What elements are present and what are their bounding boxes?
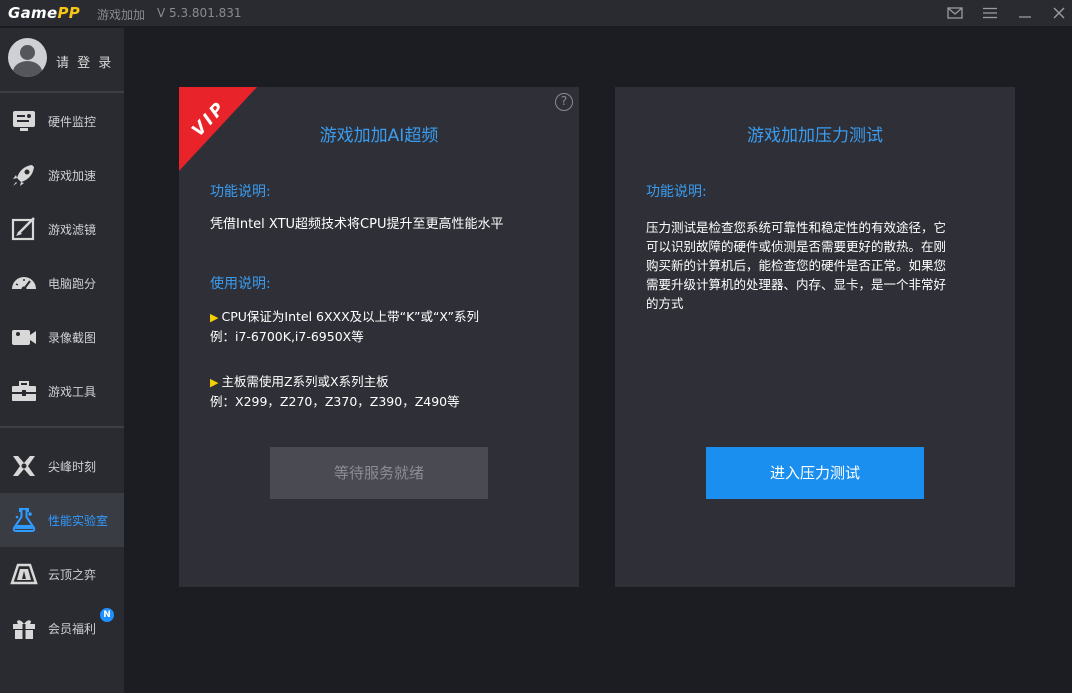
sidebar-item-label: 性能实验室 xyxy=(48,514,109,528)
user-login[interactable]: 请 登 录 xyxy=(0,28,124,91)
sidebar-item-game-filter[interactable]: 游戏滤镜 xyxy=(0,202,124,256)
feature-text: 凭借Intel XTU超频技术将CPU提升至更高性能水平 xyxy=(210,217,504,232)
divider xyxy=(0,426,124,428)
flask-icon xyxy=(10,506,38,534)
new-badge: N xyxy=(100,608,114,622)
start-stress-test-button[interactable]: 进入压力测试 xyxy=(706,447,924,499)
avatar[interactable] xyxy=(8,38,47,77)
usage-label: 使用说明: xyxy=(210,276,271,292)
sidebar: 请 登 录 硬件监控 游戏加速 游戏滤镜 电脑跑分 录像截图 游戏工具 尖峰时刻… xyxy=(0,28,124,693)
minimize-icon[interactable] xyxy=(1014,3,1036,23)
close-icon[interactable] xyxy=(1048,3,1070,23)
stress-test-panel: 游戏加加压力测试 功能说明: 压力测试是检查您系统可靠性和稳定性的有效途径，它 … xyxy=(615,87,1015,587)
title-bar: GamePP 游戏加加 V 5.3.801.831 xyxy=(0,0,1072,27)
login-label[interactable]: 请 登 录 xyxy=(56,52,113,71)
usage-item-motherboard: ▶ 主板需使用Z系列或X系列主板 例：X299，Z270，Z370，Z390，Z4… xyxy=(210,374,460,409)
sidebar-item-tft[interactable]: 云顶之弈 xyxy=(0,547,124,601)
sidebar-item-label: 尖峰时刻 xyxy=(48,460,97,474)
arrow-icon: ▶ xyxy=(210,376,219,389)
sidebar-item-game-tools[interactable]: 游戏工具 xyxy=(0,364,124,418)
sidebar-item-label: 游戏工具 xyxy=(48,385,97,399)
sidebar-item-hardware-monitor[interactable]: 硬件监控 xyxy=(0,94,124,148)
sidebar-item-label: 录像截图 xyxy=(48,331,97,345)
sidebar-item-label: 硬件监控 xyxy=(48,115,97,129)
sidebar-item-label: 电脑跑分 xyxy=(48,277,97,291)
sidebar-item-recording[interactable]: 录像截图 xyxy=(0,310,124,364)
sidebar-item-label: 游戏滤镜 xyxy=(48,223,97,237)
filter-icon xyxy=(10,215,38,243)
menu-icon[interactable] xyxy=(979,3,1001,23)
panel-title: 游戏加加压力测试 xyxy=(747,126,883,146)
help-icon[interactable]: ? xyxy=(555,93,573,111)
camera-icon xyxy=(10,323,38,351)
sidebar-item-highlights[interactable]: 尖峰时刻 xyxy=(0,439,124,493)
rocket-icon xyxy=(10,161,38,189)
version-label: V 5.3.801.831 xyxy=(157,6,242,20)
mail-icon[interactable] xyxy=(944,3,966,23)
arrow-icon: ▶ xyxy=(210,311,219,324)
sidebar-item-benchmark[interactable]: 电脑跑分 xyxy=(0,256,124,310)
sidebar-item-label: 云顶之弈 xyxy=(48,568,97,582)
feature-text: 压力测试是检查您系统可靠性和稳定性的有效途径，它 可以识别故障的硬件或侦测是否需… xyxy=(646,220,947,311)
sidebar-item-game-boost[interactable]: 游戏加速 xyxy=(0,148,124,202)
gift-icon xyxy=(10,614,38,642)
hardware-monitor-icon xyxy=(10,107,38,135)
sidebar-item-label: 会员福利 xyxy=(48,622,97,636)
sidebar-item-label: 游戏加速 xyxy=(48,169,97,183)
sidebar-item-performance-lab[interactable]: 性能实验室 xyxy=(0,493,124,547)
highlight-icon xyxy=(10,452,38,480)
waiting-service-button[interactable]: 等待服务就绪 xyxy=(270,447,488,499)
sidebar-item-member-benefits[interactable]: 会员福利 N xyxy=(0,601,124,655)
ai-overclock-panel: VIP ? 游戏加加AI超频 功能说明: 凭借Intel XTU超频技术将CPU… xyxy=(179,87,579,587)
feature-label: 功能说明: xyxy=(210,184,271,200)
divider xyxy=(0,91,124,93)
toolbox-icon xyxy=(10,377,38,405)
app-name: 游戏加加 xyxy=(97,8,146,22)
panel-title: 游戏加加AI超频 xyxy=(319,126,439,146)
feature-label: 功能说明: xyxy=(646,184,707,200)
usage-item-cpu: ▶ CPU保证为Intel 6XXX及以上带“K”或“X”系列 例：i7-6700… xyxy=(210,309,479,344)
tft-icon xyxy=(10,560,38,588)
speedometer-icon xyxy=(10,269,38,297)
app-logo: GamePP xyxy=(8,4,81,22)
